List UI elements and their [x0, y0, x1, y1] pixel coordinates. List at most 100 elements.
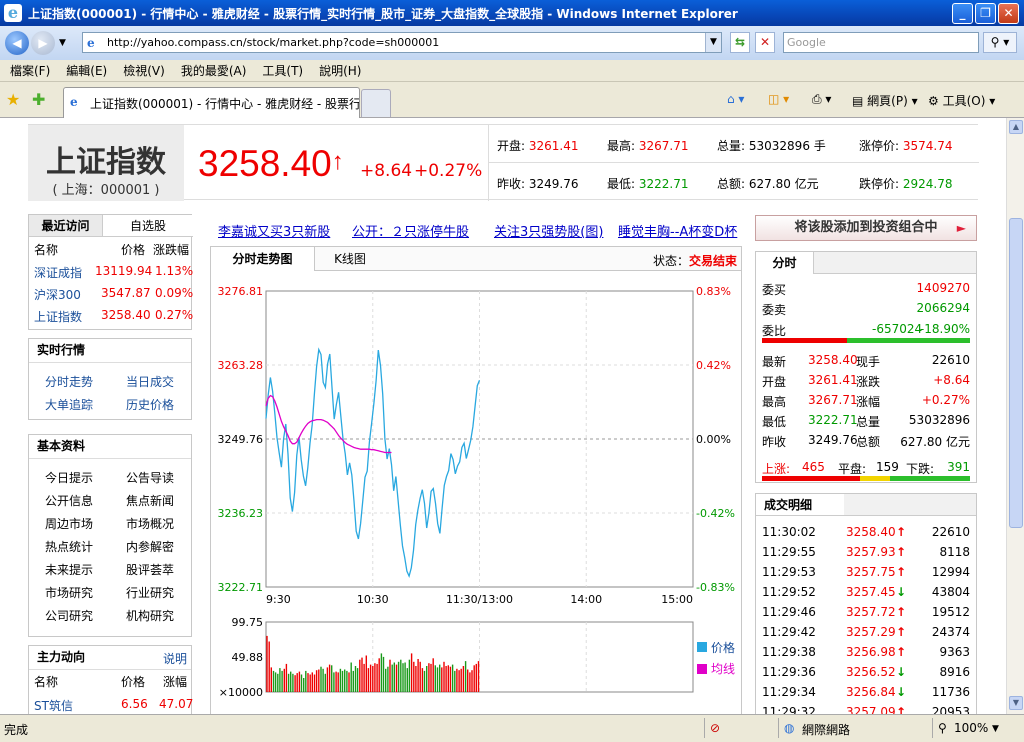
trade-volume: 43804	[931, 585, 970, 599]
link-basic[interactable]: 焦点新闻	[126, 492, 174, 509]
stat-label: 总量	[856, 415, 881, 429]
stock-header: 上证指数 ( 上海：000001 ) 3258.40↑ +8.64 +0.27%…	[28, 124, 979, 201]
zoom-dropdown-icon[interactable]: ▼	[992, 724, 999, 734]
stat-label: 最高	[762, 395, 787, 409]
trade-time: 11:29:36	[762, 665, 816, 679]
link-basic[interactable]: 未来提示	[45, 561, 93, 578]
up-arrow-icon: ↑	[896, 545, 907, 559]
link-basic[interactable]: 今日提示	[45, 469, 93, 486]
main-force-help-link[interactable]: 说明	[163, 650, 187, 667]
zoom-icon[interactable]: ⚲	[938, 721, 947, 735]
quote-label: 开盘:	[497, 139, 526, 153]
trade-volume: 8118	[939, 545, 970, 559]
link-basic[interactable]: 股评荟萃	[126, 561, 174, 578]
menu-view[interactable]: 檢視(V)	[123, 62, 165, 79]
scroll-down-icon[interactable]: ▼	[1009, 696, 1023, 710]
y-tick-label: 3276.81	[218, 285, 264, 298]
link-basic[interactable]: 公告导读	[126, 469, 174, 486]
recent-row-price: 13119.94	[95, 264, 153, 278]
link-basic[interactable]: 公开信息	[45, 492, 93, 509]
address-field[interactable]: e http://yahoo.compass.cn/stock/market.p…	[82, 32, 722, 53]
link-basic[interactable]: 市场研究	[45, 584, 93, 601]
vertical-scrollbar[interactable]: ▲ ▼	[1006, 118, 1024, 714]
favorites-star-icon[interactable]: ★	[6, 90, 20, 109]
link-basic[interactable]: 周边市场	[45, 515, 93, 532]
stock-change: +8.64	[360, 161, 413, 181]
link-intraday[interactable]: 分时走势	[45, 373, 93, 390]
tab-recent[interactable]: 最近访问	[29, 215, 103, 237]
news-link[interactable]: 李嘉诚又买3只新股	[218, 221, 330, 240]
main-force-row-name[interactable]: ST筑信	[34, 697, 73, 714]
link-basic[interactable]: 市场概况	[126, 515, 174, 532]
trade-time: 11:29:46	[762, 605, 816, 619]
link-basic[interactable]: 机构研究	[126, 607, 174, 624]
tab-active[interactable]: e 上证指数(000001) - 行情中心 - 雅虎财经 - 股票行...	[63, 87, 360, 118]
recent-row-name[interactable]: 沪深300	[34, 286, 81, 303]
menu-edit[interactable]: 編輯(E)	[66, 62, 107, 79]
ratio-bar-sell	[847, 338, 970, 343]
close-button[interactable]: ✕	[998, 2, 1019, 24]
legend-avg-label: 均线	[711, 662, 735, 676]
link-basic[interactable]: 热点统计	[45, 538, 93, 555]
news-link[interactable]: 关注3只强势股(图)	[494, 221, 603, 240]
divider	[489, 162, 979, 163]
address-text: http://yahoo.compass.cn/stock/market.php…	[107, 36, 440, 49]
home-icon[interactable]: ⌂ ▾	[727, 92, 744, 106]
link-basic[interactable]: 内参解密	[126, 538, 174, 555]
news-link[interactable]: 睡觉丰胸--A杯变D杯	[618, 221, 737, 240]
new-tab-button[interactable]	[361, 89, 391, 117]
ask-label: 委卖	[762, 303, 787, 317]
add-favorite-icon[interactable]: ✚	[32, 90, 45, 109]
link-daily-trades[interactable]: 当日成交	[126, 373, 174, 390]
scroll-up-icon[interactable]: ▲	[1009, 120, 1023, 134]
print-icon[interactable]: ⎙ ▾	[812, 92, 831, 107]
scroll-thumb[interactable]	[1009, 218, 1023, 528]
popup-blocker-icon[interactable]: ⊘	[710, 721, 720, 735]
tab-watchlist[interactable]: 自选股	[103, 215, 193, 237]
trade-time: 11:29:52	[762, 585, 816, 599]
main-force-row-price: 6.56	[121, 697, 148, 711]
realtime-title: 实时行情	[29, 339, 191, 363]
col-pct: 涨跌幅	[153, 243, 190, 257]
menu-help[interactable]: 說明(H)	[319, 62, 361, 79]
history-dropdown-icon[interactable]: ▼	[59, 38, 66, 48]
link-history[interactable]: 历史价格	[126, 396, 174, 413]
news-link[interactable]: 公开：２只涨停牛股	[352, 221, 469, 240]
address-dropdown-icon[interactable]: ▼	[705, 33, 721, 52]
minimize-button[interactable]: _	[952, 2, 973, 24]
down-arrow-icon: ↓	[896, 665, 907, 679]
link-basic[interactable]: 行业研究	[126, 584, 174, 601]
trade-price: 3258.40	[846, 525, 896, 539]
col-name: 名称	[34, 675, 59, 689]
page-menu-button[interactable]: ▤ 網頁(P) ▾	[852, 92, 918, 109]
menu-file[interactable]: 檔案(F)	[10, 62, 50, 79]
vol-tick-label: 99.75	[232, 616, 264, 629]
recent-row-name[interactable]: 上证指数	[34, 308, 82, 325]
search-input[interactable]: Google	[783, 32, 979, 53]
add-to-portfolio-button[interactable]: 将该股添加到投资组合中 ►	[755, 215, 977, 241]
maximize-button[interactable]: ❐	[975, 2, 996, 24]
menu-favorites[interactable]: 我的最愛(A)	[181, 62, 247, 79]
link-big-orders[interactable]: 大单追踪	[45, 396, 93, 413]
menu-tools[interactable]: 工具(T)	[262, 62, 303, 79]
tab-kline-chart[interactable]: K线图	[315, 247, 385, 271]
trade-price: 3257.93	[846, 545, 896, 559]
back-button[interactable]: ◀	[5, 31, 29, 55]
trade-time: 11:29:38	[762, 645, 816, 659]
stat-value: 3267.71	[808, 393, 858, 407]
pct-tick-label: -0.42%	[696, 507, 735, 520]
forward-button[interactable]: ▶	[31, 31, 55, 55]
zoom-level[interactable]: 100%	[954, 721, 988, 735]
recent-row-name[interactable]: 深证成指	[34, 264, 82, 281]
stat-value: +0.27%	[921, 393, 970, 407]
tools-menu-button[interactable]: ⚙ 工具(O) ▾	[928, 92, 995, 109]
chart-grid	[265, 290, 694, 693]
feeds-icon[interactable]: ◫ ▾	[768, 92, 789, 106]
tab-intraday-chart[interactable]: 分时走势图	[211, 247, 315, 271]
refresh-button[interactable]: ⇆	[730, 32, 750, 53]
search-button[interactable]: ⚲ ▾	[983, 32, 1017, 53]
link-basic[interactable]: 公司研究	[45, 607, 93, 624]
recent-row-price: 3547.87	[101, 286, 151, 300]
stock-name: 上证指数	[46, 145, 166, 180]
stop-button[interactable]: ✕	[755, 32, 775, 53]
